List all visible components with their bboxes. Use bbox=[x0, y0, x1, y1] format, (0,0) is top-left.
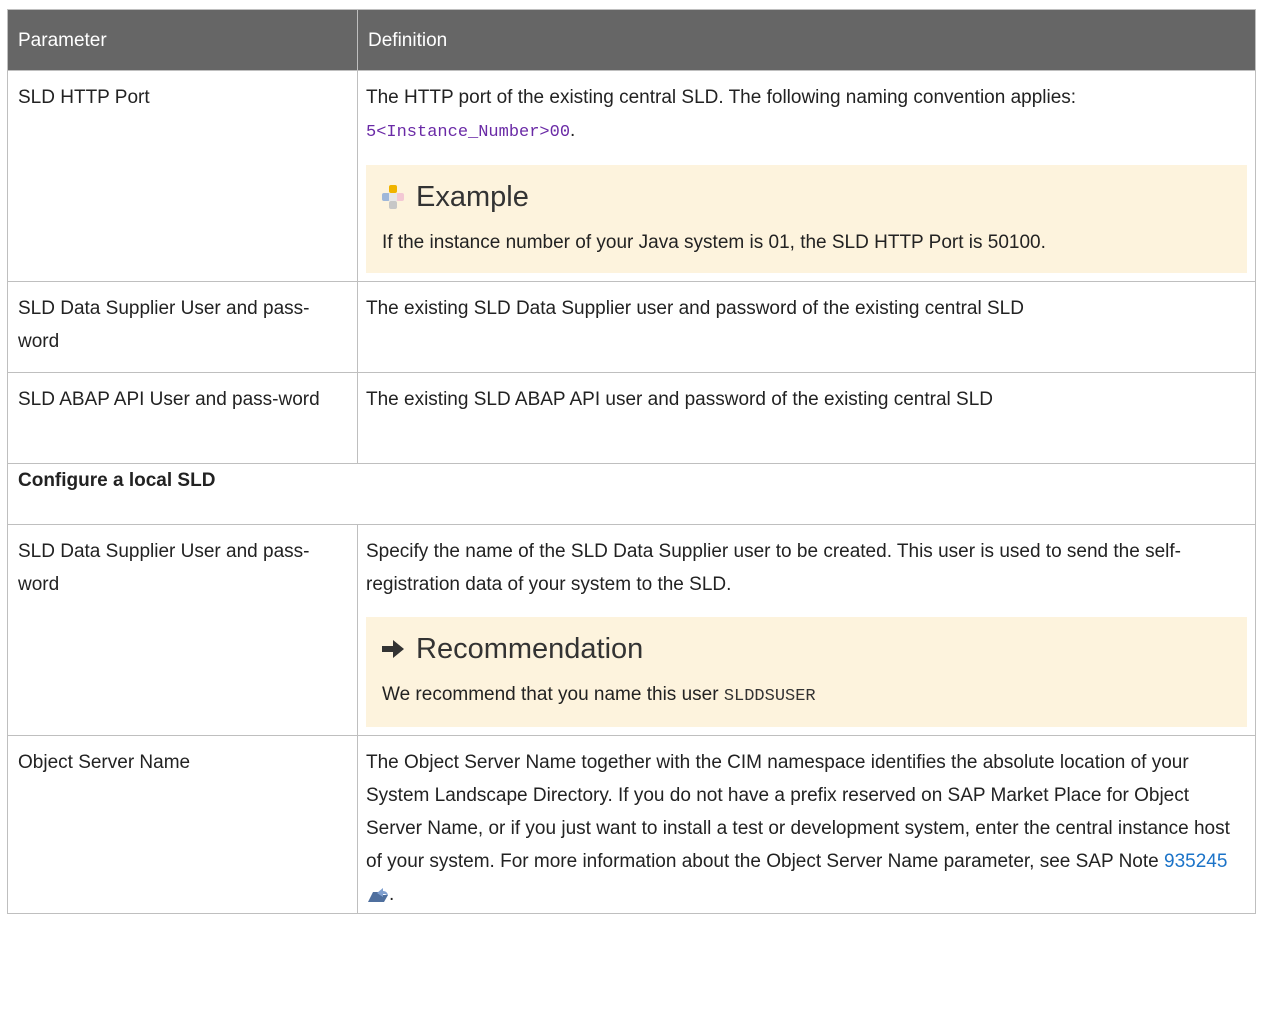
definition-cell: The HTTP port of the existing central SL… bbox=[357, 70, 1256, 282]
parameter-cell: SLD ABAP API User and pass-word bbox=[7, 372, 358, 464]
definition-text: The HTTP port of the existing central SL… bbox=[366, 87, 1077, 108]
example-puzzle-icon bbox=[382, 185, 404, 209]
parameter-cell: SLD Data Supplier User and pass-word bbox=[7, 281, 358, 373]
definition-cell: Specify the name of the SLD Data Supplie… bbox=[357, 524, 1256, 736]
definition-cell: The existing SLD ABAP API user and passw… bbox=[357, 372, 1256, 464]
definition-cell: The existing SLD Data Supplier user and … bbox=[357, 281, 1256, 373]
parameter-cell: SLD Data Supplier User and pass-word bbox=[7, 524, 358, 736]
callout-title-example: Example bbox=[416, 181, 529, 213]
table-row: SLD Data Supplier User and pass-word Spe… bbox=[7, 524, 1256, 736]
table-row: SLD Data Supplier User and pass-word The… bbox=[7, 281, 1256, 373]
table-row: Object Server Name The Object Server Nam… bbox=[7, 735, 1256, 914]
definition-end: . bbox=[389, 884, 395, 905]
callout-body-example: If the instance number of your Java syst… bbox=[382, 232, 1046, 253]
code-user: SLDDSUSER bbox=[723, 687, 816, 706]
table-row: SLD ABAP API User and pass-word The exis… bbox=[7, 372, 1256, 464]
table-row: SLD HTTP Port The HTTP port of the exist… bbox=[7, 70, 1256, 282]
recommendation-callout: Recommendation We recommend that you nam… bbox=[366, 617, 1247, 727]
table-header-row: Parameter Definition bbox=[7, 9, 1256, 71]
arrow-right-icon bbox=[382, 640, 404, 658]
code-suffix: 00 bbox=[549, 123, 571, 142]
code-prefix: 5 bbox=[366, 123, 377, 142]
definition-text: Specify the name of the SLD Data Supplie… bbox=[366, 541, 1181, 595]
definition-cell: The Object Server Name together with the… bbox=[357, 735, 1256, 914]
callout-body-recommendation: We recommend that you name this user SLD… bbox=[382, 684, 816, 706]
header-parameter: Parameter bbox=[7, 9, 358, 71]
code-end: . bbox=[570, 120, 576, 141]
example-callout: Example If the instance number of your J… bbox=[366, 165, 1247, 273]
sap-note-link[interactable]: 935245 bbox=[1164, 851, 1227, 872]
definition-text: The Object Server Name together with the… bbox=[366, 752, 1230, 872]
parameter-cell: Object Server Name bbox=[7, 735, 358, 914]
section-title: Configure a local SLD bbox=[7, 463, 1256, 525]
code-variable: <Instance_Number> bbox=[376, 123, 550, 142]
parameter-cell: SLD HTTP Port bbox=[7, 70, 358, 282]
section-row: Configure a local SLD bbox=[7, 463, 1256, 525]
external-link-icon[interactable] bbox=[367, 887, 389, 903]
parameter-table: Parameter Definition SLD HTTP Port The H… bbox=[7, 9, 1256, 914]
header-definition: Definition bbox=[357, 9, 1256, 71]
callout-title-recommendation: Recommendation bbox=[416, 633, 644, 665]
